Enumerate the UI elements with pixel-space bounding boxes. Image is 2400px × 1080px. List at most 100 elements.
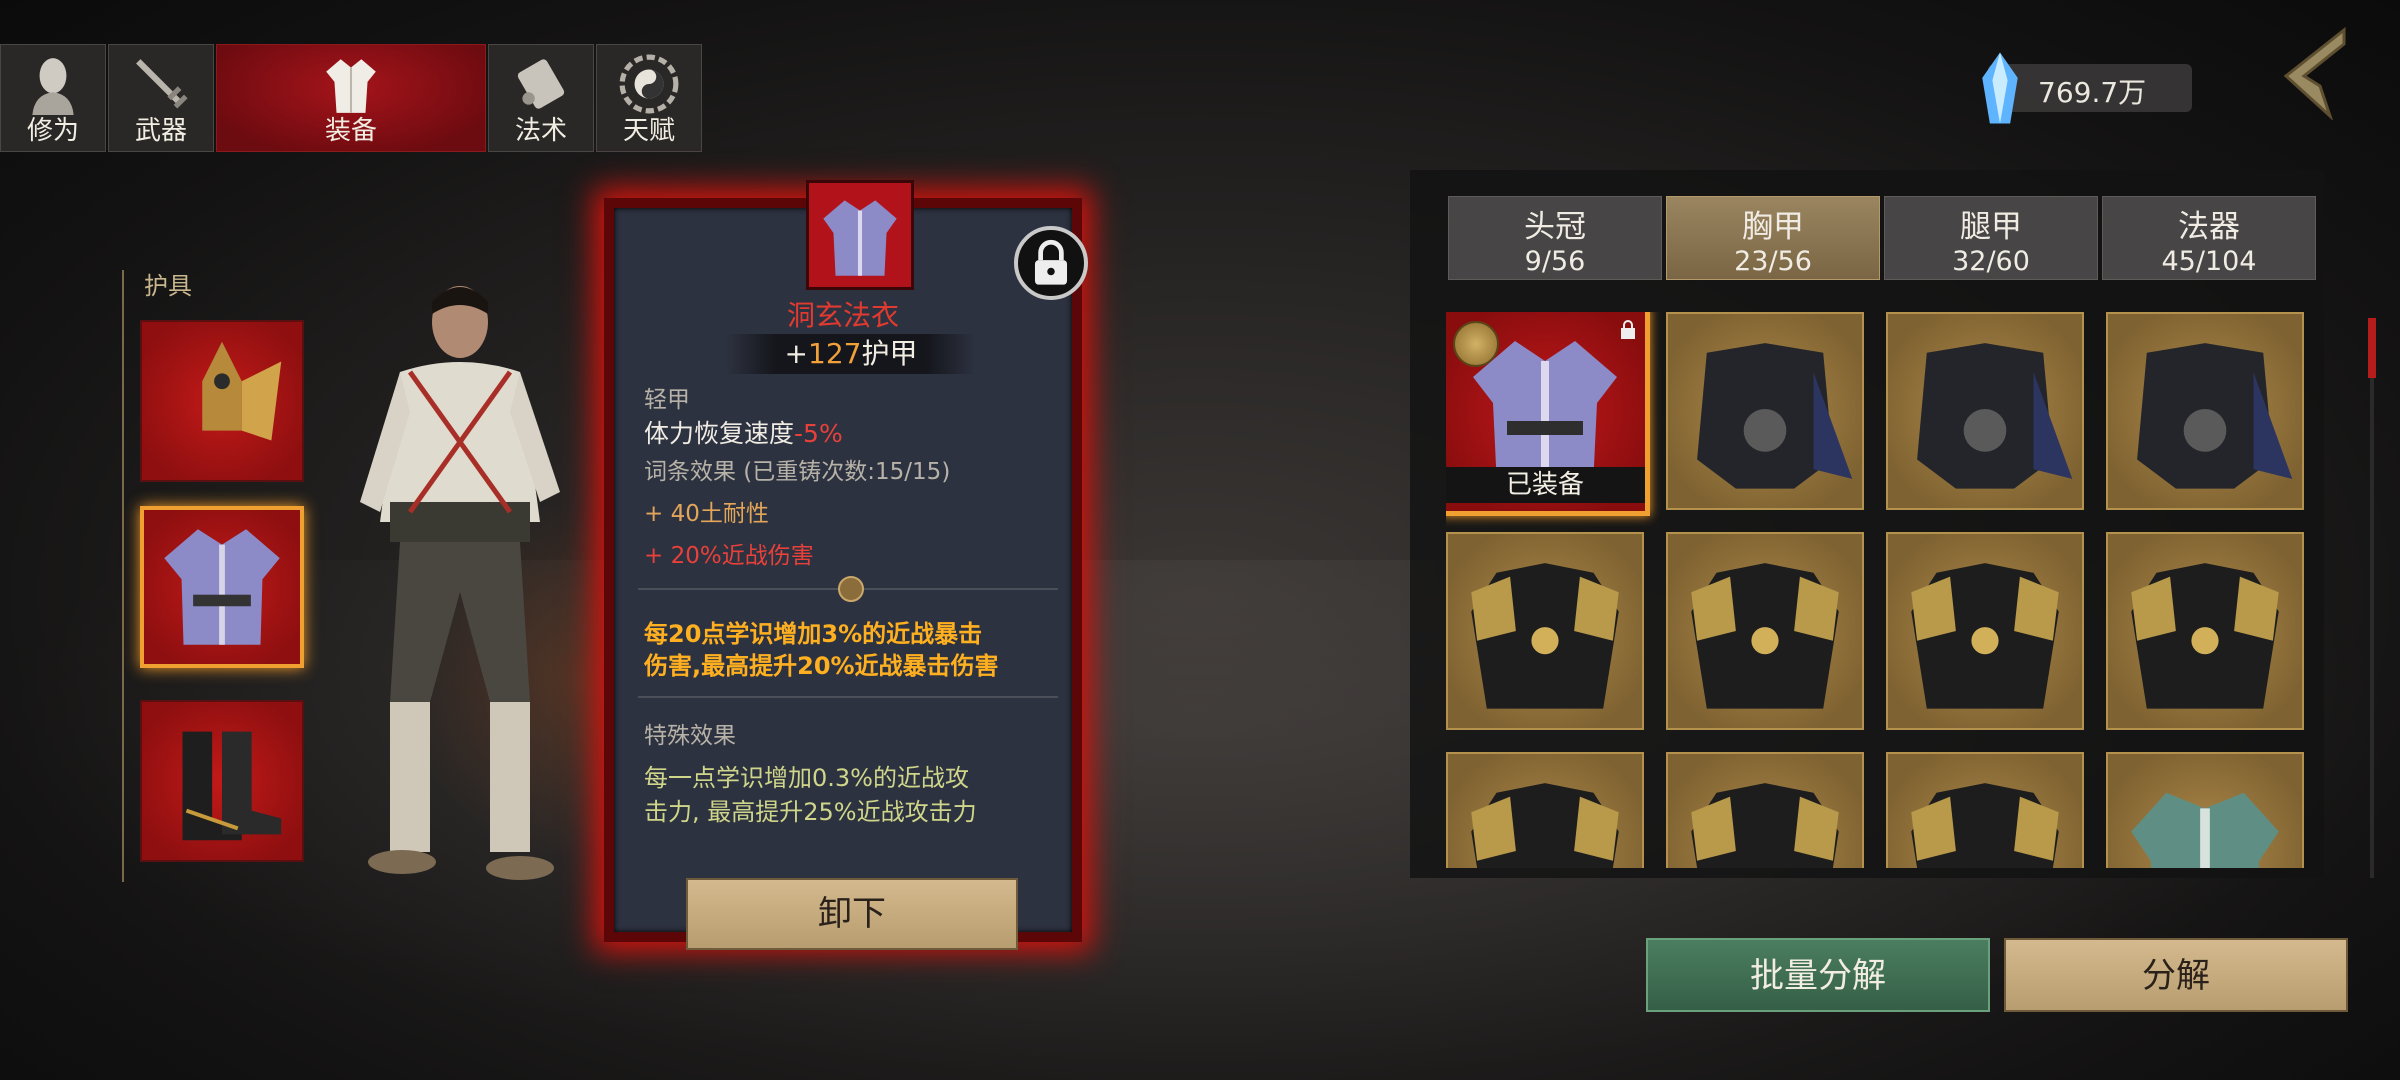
inventory-item-equipped[interactable]: 已装备 bbox=[1446, 312, 1650, 516]
gold-armor-icon bbox=[2131, 563, 2279, 709]
affix-2-prefix: + 20% bbox=[644, 543, 722, 569]
dark-armor-icon bbox=[1697, 343, 1853, 489]
armor-slot-panel: 护具 bbox=[122, 270, 324, 882]
inventory-item[interactable] bbox=[1666, 312, 1864, 510]
tab-label: 修为 bbox=[26, 116, 79, 146]
unequip-button[interactable]: 卸下 bbox=[686, 878, 1018, 950]
top-tab-bar: 修为 武器 装备 法术 天赋 bbox=[0, 44, 704, 152]
affix-2: + 20%近战伤害 bbox=[644, 536, 814, 570]
stat-line: 体力恢复速度-5% bbox=[644, 414, 843, 450]
category-label: 法器 bbox=[2178, 209, 2240, 245]
inventory-item[interactable] bbox=[2106, 752, 2304, 868]
back-icon[interactable] bbox=[2270, 26, 2350, 120]
scrollbar-track bbox=[2370, 318, 2374, 878]
helmet-icon bbox=[202, 341, 282, 441]
gold-armor-icon bbox=[1911, 563, 2059, 709]
set-bonus-line2: 伤害,最高提升20%近战暴击伤害 bbox=[644, 652, 999, 680]
gold-armor-icon bbox=[1691, 563, 1839, 709]
equipped-label: 已装备 bbox=[1446, 467, 1645, 503]
tab-label: 武器 bbox=[134, 116, 187, 146]
boots-icon bbox=[182, 731, 282, 841]
ornament-icon bbox=[838, 576, 864, 602]
inventory-item[interactable] bbox=[1886, 312, 2084, 510]
decompose-button[interactable]: 分解 bbox=[2004, 938, 2348, 1012]
scrollbar-thumb[interactable] bbox=[2368, 318, 2376, 378]
inventory-item[interactable] bbox=[1666, 752, 1864, 868]
robe-icon bbox=[164, 529, 280, 645]
stat-value: -5% bbox=[794, 419, 843, 448]
affix-header: 词条效果 (已重铸次数:15/15) bbox=[644, 459, 951, 485]
stat-label: 体力恢复速度 bbox=[644, 419, 795, 448]
item-detail-card: 洞玄法衣 +127护甲 轻甲 体力恢复速度-5% 词条效果 (已重铸次数:15/… bbox=[604, 180, 1088, 950]
gold-armor-icon bbox=[1471, 563, 1619, 709]
category-tab-legs[interactable]: 腿甲 32/60 bbox=[1884, 196, 2098, 280]
special-header: 特殊效果 bbox=[644, 723, 736, 749]
robe-icon bbox=[326, 59, 376, 113]
category-label: 腿甲 bbox=[1960, 209, 2022, 245]
category-tab-artifact[interactable]: 法器 45/104 bbox=[2102, 196, 2316, 280]
inventory-item[interactable] bbox=[1446, 532, 1644, 730]
inventory-item[interactable] bbox=[2106, 532, 2304, 730]
sword-icon bbox=[136, 59, 188, 109]
tab-weapon[interactable]: 武器 bbox=[108, 44, 214, 152]
lock-icon bbox=[1621, 320, 1635, 339]
affix-1: + 40土耐性 bbox=[644, 494, 769, 528]
bagua-icon bbox=[619, 54, 679, 114]
affix-1-prefix: + bbox=[644, 501, 671, 527]
divider bbox=[638, 696, 1058, 698]
gold-armor-icon bbox=[1691, 783, 1839, 868]
robe-icon bbox=[823, 200, 897, 276]
gold-armor-icon bbox=[1911, 783, 2059, 868]
batch-decompose-button[interactable]: 批量分解 bbox=[1646, 938, 1990, 1012]
bagua-badge-icon bbox=[1453, 321, 1499, 367]
affix-2-text: 近战伤害 bbox=[721, 543, 814, 569]
inventory-grid: 已装备 bbox=[1446, 312, 2306, 868]
category-label: 头冠 bbox=[1524, 209, 1586, 245]
special-line1: 每一点学识增加0.3%的近战攻 bbox=[644, 764, 969, 792]
tab-label: 装备 bbox=[324, 116, 377, 146]
inventory-item[interactable] bbox=[1886, 532, 2084, 730]
armor-value: 127 bbox=[808, 337, 862, 370]
category-count: 32/60 bbox=[1952, 246, 2030, 277]
inventory-panel: 头冠 9/56 胸甲 23/56 腿甲 32/60 法器 45/104 已装备 bbox=[1410, 170, 2324, 878]
slot-legs[interactable] bbox=[140, 700, 304, 862]
tab-label: 法术 bbox=[514, 116, 567, 146]
item-name: 洞玄法衣 bbox=[786, 299, 899, 332]
category-count: 9/56 bbox=[1524, 246, 1586, 277]
slot-panel-title: 护具 bbox=[144, 272, 192, 300]
slot-head[interactable] bbox=[140, 320, 304, 482]
cultivation-icon bbox=[32, 58, 74, 115]
lock-icon[interactable] bbox=[1014, 226, 1088, 300]
slot-chest[interactable] bbox=[140, 506, 304, 668]
armor-stat: +127护甲 bbox=[726, 334, 976, 374]
item-type: 轻甲 bbox=[644, 387, 690, 413]
category-tab-chest[interactable]: 胸甲 23/56 bbox=[1666, 196, 1880, 280]
category-label: 胸甲 bbox=[1742, 209, 1804, 245]
special-line2: 击力, 最高提升25%近战攻击力 bbox=[644, 798, 977, 826]
set-bonus-line1: 每20点学识增加3%的近战暴击 bbox=[644, 620, 983, 648]
affix-1-text: 40土耐性 bbox=[670, 501, 769, 527]
category-tab-head[interactable]: 头冠 9/56 bbox=[1448, 196, 1662, 280]
jade-robe-icon bbox=[2131, 792, 2279, 868]
character-model bbox=[360, 286, 560, 880]
inventory-item[interactable] bbox=[2106, 312, 2304, 510]
armor-prefix: + bbox=[784, 337, 808, 370]
inventory-item[interactable] bbox=[1666, 532, 1864, 730]
item-portrait bbox=[806, 180, 914, 290]
tab-label: 天赋 bbox=[622, 116, 675, 146]
dark-armor-icon bbox=[1917, 343, 2073, 489]
inventory-item[interactable] bbox=[1886, 752, 2084, 868]
tab-cultivation[interactable]: 修为 bbox=[0, 44, 106, 152]
currency-value: 769.7万 bbox=[2038, 76, 2147, 109]
dark-armor-icon bbox=[2137, 343, 2293, 489]
tab-equipment[interactable]: 装备 bbox=[216, 44, 486, 152]
gold-armor-icon bbox=[1471, 783, 1619, 868]
category-count: 45/104 bbox=[2161, 246, 2257, 277]
armor-suffix: 护甲 bbox=[861, 337, 918, 370]
category-count: 23/56 bbox=[1734, 246, 1812, 277]
scroll-icon bbox=[517, 59, 565, 109]
spirit-crystal-icon bbox=[1982, 52, 2018, 124]
tab-talent[interactable]: 天赋 bbox=[596, 44, 702, 152]
inventory-item[interactable] bbox=[1446, 752, 1644, 868]
tab-spell[interactable]: 法术 bbox=[488, 44, 594, 152]
